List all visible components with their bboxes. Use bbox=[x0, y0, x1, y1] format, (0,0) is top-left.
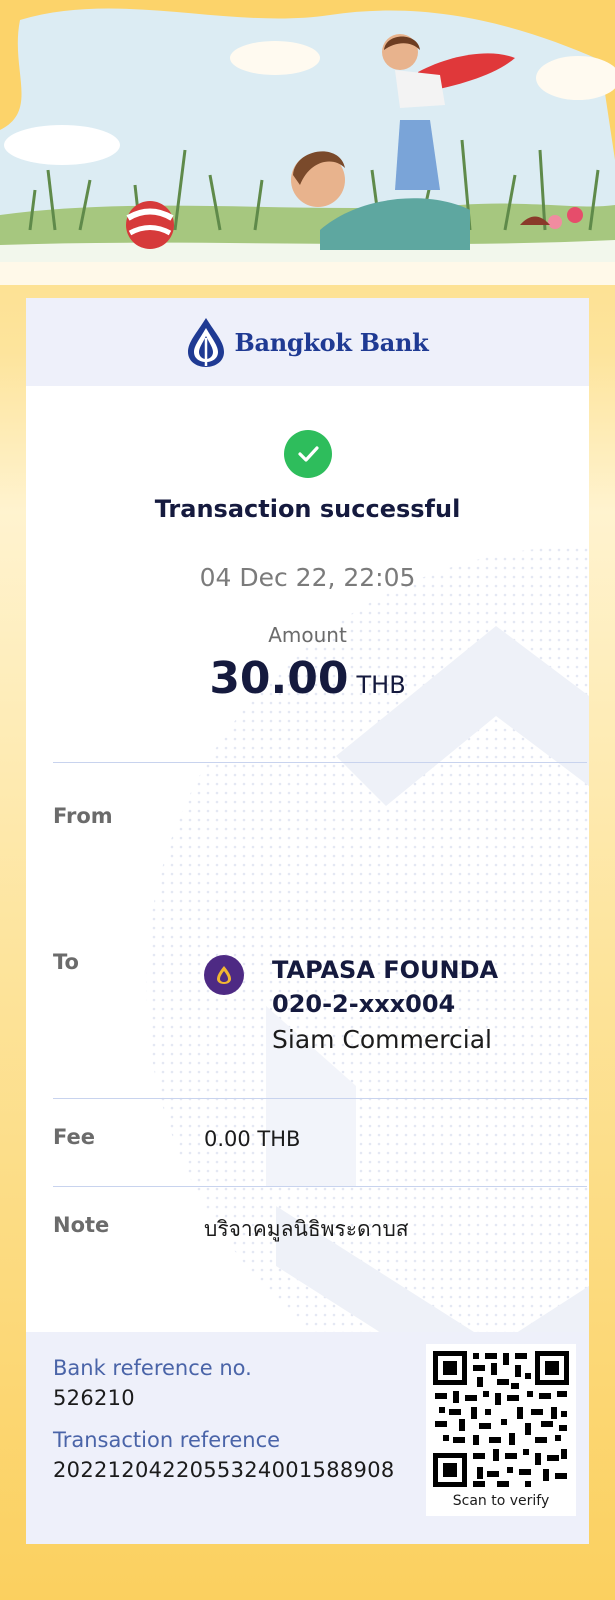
divider bbox=[53, 1098, 587, 1099]
status-title: Transaction successful bbox=[154, 495, 461, 523]
watermark-graphic bbox=[146, 546, 589, 1406]
bank-reference-label: Bank reference no. bbox=[53, 1356, 252, 1380]
bank-header: Bangkok Bank bbox=[26, 298, 589, 386]
transaction-reference-value: 2022120422055324001588908 bbox=[53, 1458, 395, 1482]
amount-currency: THB bbox=[356, 671, 406, 699]
recipient-name: TAPASA FOUNDA bbox=[272, 956, 499, 984]
qr-verify-box[interactable]: Scan to verify bbox=[426, 1344, 576, 1516]
transaction-datetime: 04 Dec 22, 22:05 bbox=[199, 563, 416, 592]
amount-value: 30.00 bbox=[209, 653, 349, 704]
fee-label: Fee bbox=[53, 1125, 95, 1149]
bank-reference-value: 526210 bbox=[53, 1386, 135, 1410]
qr-code-icon[interactable] bbox=[431, 1349, 571, 1489]
divider bbox=[53, 1186, 587, 1187]
qr-caption: Scan to verify bbox=[452, 1493, 550, 1509]
note-label: Note bbox=[53, 1213, 110, 1237]
bank-name: Bangkok Bank bbox=[234, 327, 429, 357]
bangkok-bank-logo-icon bbox=[188, 318, 225, 367]
bank-logo: Bangkok Bank bbox=[186, 316, 429, 368]
reference-footer: Bank reference no. 526210 Transaction re… bbox=[26, 1332, 589, 1544]
recipient-account: 020-2-xxx004 bbox=[272, 990, 456, 1018]
to-label: To bbox=[53, 950, 79, 974]
success-check-icon bbox=[284, 430, 332, 478]
from-label: From bbox=[53, 804, 113, 828]
amount-display: 30.00 THB bbox=[26, 653, 589, 704]
receipt-card: Bangkok Bank Transaction successful 04 D… bbox=[26, 298, 589, 1544]
divider bbox=[53, 762, 587, 763]
amount-label: Amount bbox=[268, 623, 347, 647]
transaction-reference-label: Transaction reference bbox=[53, 1428, 281, 1452]
header-illustration bbox=[0, 0, 615, 285]
note-value: บริจาคมูลนิธิพระดาบส bbox=[204, 1217, 409, 1241]
fee-value: 0.00 THB bbox=[204, 1127, 301, 1151]
scb-bank-icon bbox=[204, 955, 244, 995]
recipient-bank: Siam Commercial bbox=[272, 1025, 492, 1054]
